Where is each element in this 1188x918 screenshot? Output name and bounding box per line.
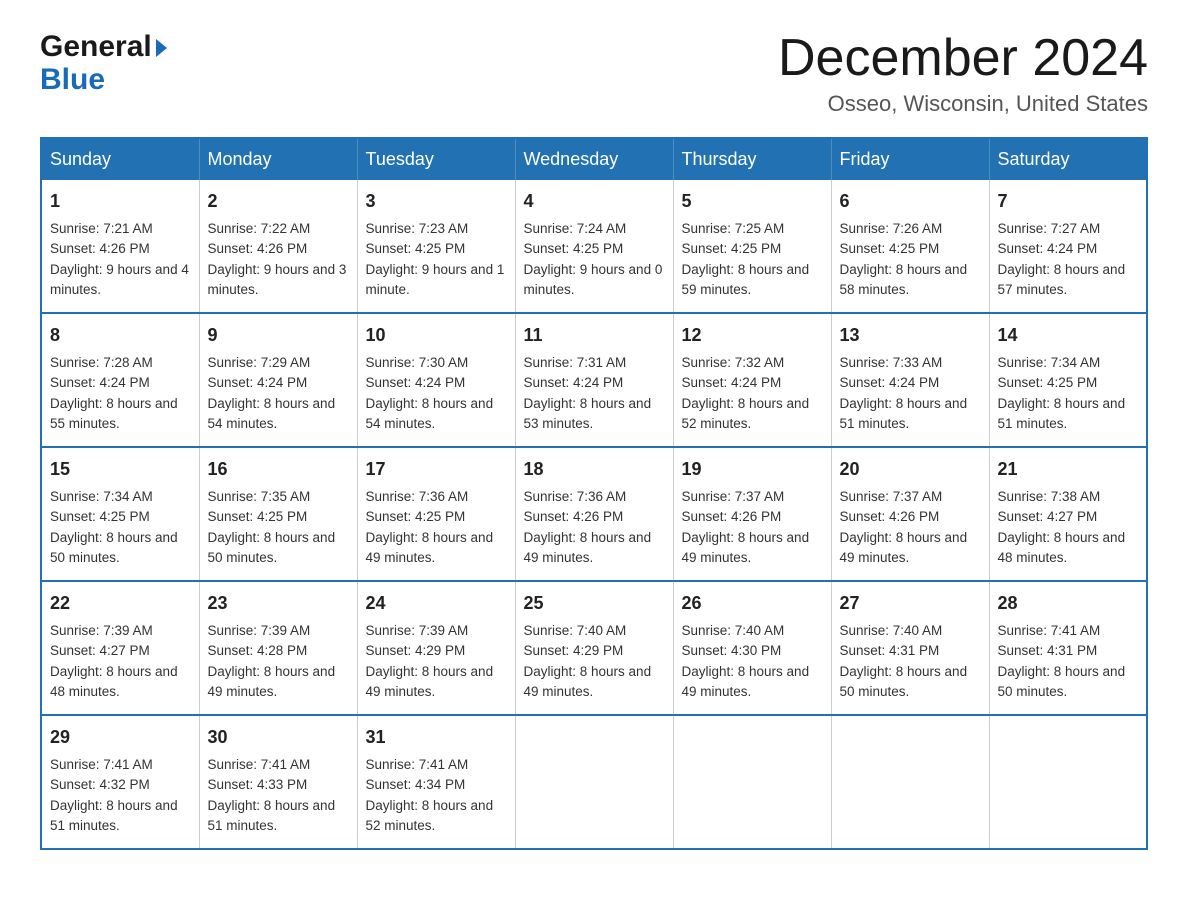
day-number: 4 [524,188,665,215]
calendar-week-5: 29Sunrise: 7:41 AMSunset: 4:32 PMDayligh… [41,715,1147,849]
weekday-header-saturday: Saturday [989,138,1147,180]
calendar-cell: 25Sunrise: 7:40 AMSunset: 4:29 PMDayligh… [515,581,673,715]
calendar-cell: 27Sunrise: 7:40 AMSunset: 4:31 PMDayligh… [831,581,989,715]
calendar-cell: 8Sunrise: 7:28 AMSunset: 4:24 PMDaylight… [41,313,199,447]
day-number: 16 [208,456,349,483]
day-number: 31 [366,724,507,751]
calendar-cell: 15Sunrise: 7:34 AMSunset: 4:25 PMDayligh… [41,447,199,581]
day-number: 24 [366,590,507,617]
calendar-cell: 7Sunrise: 7:27 AMSunset: 4:24 PMDaylight… [989,180,1147,313]
calendar-cell: 13Sunrise: 7:33 AMSunset: 4:24 PMDayligh… [831,313,989,447]
day-number: 29 [50,724,191,751]
day-number: 2 [208,188,349,215]
weekday-header-thursday: Thursday [673,138,831,180]
day-number: 23 [208,590,349,617]
calendar-cell [515,715,673,849]
day-number: 25 [524,590,665,617]
calendar-cell: 2Sunrise: 7:22 AMSunset: 4:26 PMDaylight… [199,180,357,313]
day-number: 26 [682,590,823,617]
day-number: 21 [998,456,1139,483]
day-number: 28 [998,590,1139,617]
day-number: 14 [998,322,1139,349]
month-title: December 2024 [778,30,1148,87]
day-number: 18 [524,456,665,483]
weekday-header-sunday: Sunday [41,138,199,180]
weekday-header-wednesday: Wednesday [515,138,673,180]
calendar-cell: 9Sunrise: 7:29 AMSunset: 4:24 PMDaylight… [199,313,357,447]
calendar-cell: 17Sunrise: 7:36 AMSunset: 4:25 PMDayligh… [357,447,515,581]
location-text: Osseo, Wisconsin, United States [778,91,1148,117]
calendar-cell: 26Sunrise: 7:40 AMSunset: 4:30 PMDayligh… [673,581,831,715]
day-number: 12 [682,322,823,349]
weekday-header-row: SundayMondayTuesdayWednesdayThursdayFrid… [41,138,1147,180]
calendar-cell: 24Sunrise: 7:39 AMSunset: 4:29 PMDayligh… [357,581,515,715]
calendar-cell: 6Sunrise: 7:26 AMSunset: 4:25 PMDaylight… [831,180,989,313]
logo: General Blue [40,30,167,96]
calendar-cell: 1Sunrise: 7:21 AMSunset: 4:26 PMDaylight… [41,180,199,313]
logo-blue-text: Blue [40,63,105,96]
calendar-cell: 11Sunrise: 7:31 AMSunset: 4:24 PMDayligh… [515,313,673,447]
calendar-cell: 30Sunrise: 7:41 AMSunset: 4:33 PMDayligh… [199,715,357,849]
calendar-week-2: 8Sunrise: 7:28 AMSunset: 4:24 PMDaylight… [41,313,1147,447]
calendar-cell: 31Sunrise: 7:41 AMSunset: 4:34 PMDayligh… [357,715,515,849]
calendar-cell: 14Sunrise: 7:34 AMSunset: 4:25 PMDayligh… [989,313,1147,447]
day-number: 9 [208,322,349,349]
day-number: 20 [840,456,981,483]
day-number: 22 [50,590,191,617]
day-number: 3 [366,188,507,215]
calendar-cell: 28Sunrise: 7:41 AMSunset: 4:31 PMDayligh… [989,581,1147,715]
calendar-cell: 5Sunrise: 7:25 AMSunset: 4:25 PMDaylight… [673,180,831,313]
day-number: 10 [366,322,507,349]
calendar-cell: 10Sunrise: 7:30 AMSunset: 4:24 PMDayligh… [357,313,515,447]
calendar-cell [831,715,989,849]
calendar-cell: 4Sunrise: 7:24 AMSunset: 4:25 PMDaylight… [515,180,673,313]
calendar-week-1: 1Sunrise: 7:21 AMSunset: 4:26 PMDaylight… [41,180,1147,313]
calendar-table: SundayMondayTuesdayWednesdayThursdayFrid… [40,137,1148,850]
logo-general-text: General [40,30,152,63]
calendar-cell: 20Sunrise: 7:37 AMSunset: 4:26 PMDayligh… [831,447,989,581]
calendar-cell: 29Sunrise: 7:41 AMSunset: 4:32 PMDayligh… [41,715,199,849]
weekday-header-monday: Monday [199,138,357,180]
page-header: General Blue December 2024 Osseo, Wiscon… [40,30,1148,117]
calendar-cell: 19Sunrise: 7:37 AMSunset: 4:26 PMDayligh… [673,447,831,581]
weekday-header-friday: Friday [831,138,989,180]
calendar-cell: 16Sunrise: 7:35 AMSunset: 4:25 PMDayligh… [199,447,357,581]
calendar-week-4: 22Sunrise: 7:39 AMSunset: 4:27 PMDayligh… [41,581,1147,715]
day-number: 13 [840,322,981,349]
calendar-cell: 21Sunrise: 7:38 AMSunset: 4:27 PMDayligh… [989,447,1147,581]
calendar-cell: 23Sunrise: 7:39 AMSunset: 4:28 PMDayligh… [199,581,357,715]
calendar-cell: 22Sunrise: 7:39 AMSunset: 4:27 PMDayligh… [41,581,199,715]
title-area: December 2024 Osseo, Wisconsin, United S… [778,30,1148,117]
day-number: 30 [208,724,349,751]
day-number: 8 [50,322,191,349]
calendar-cell [989,715,1147,849]
day-number: 5 [682,188,823,215]
day-number: 1 [50,188,191,215]
calendar-cell: 3Sunrise: 7:23 AMSunset: 4:25 PMDaylight… [357,180,515,313]
day-number: 19 [682,456,823,483]
day-number: 15 [50,456,191,483]
calendar-cell: 12Sunrise: 7:32 AMSunset: 4:24 PMDayligh… [673,313,831,447]
calendar-cell [673,715,831,849]
calendar-week-3: 15Sunrise: 7:34 AMSunset: 4:25 PMDayligh… [41,447,1147,581]
calendar-cell: 18Sunrise: 7:36 AMSunset: 4:26 PMDayligh… [515,447,673,581]
day-number: 11 [524,322,665,349]
day-number: 7 [998,188,1139,215]
day-number: 17 [366,456,507,483]
weekday-header-tuesday: Tuesday [357,138,515,180]
day-number: 27 [840,590,981,617]
day-number: 6 [840,188,981,215]
